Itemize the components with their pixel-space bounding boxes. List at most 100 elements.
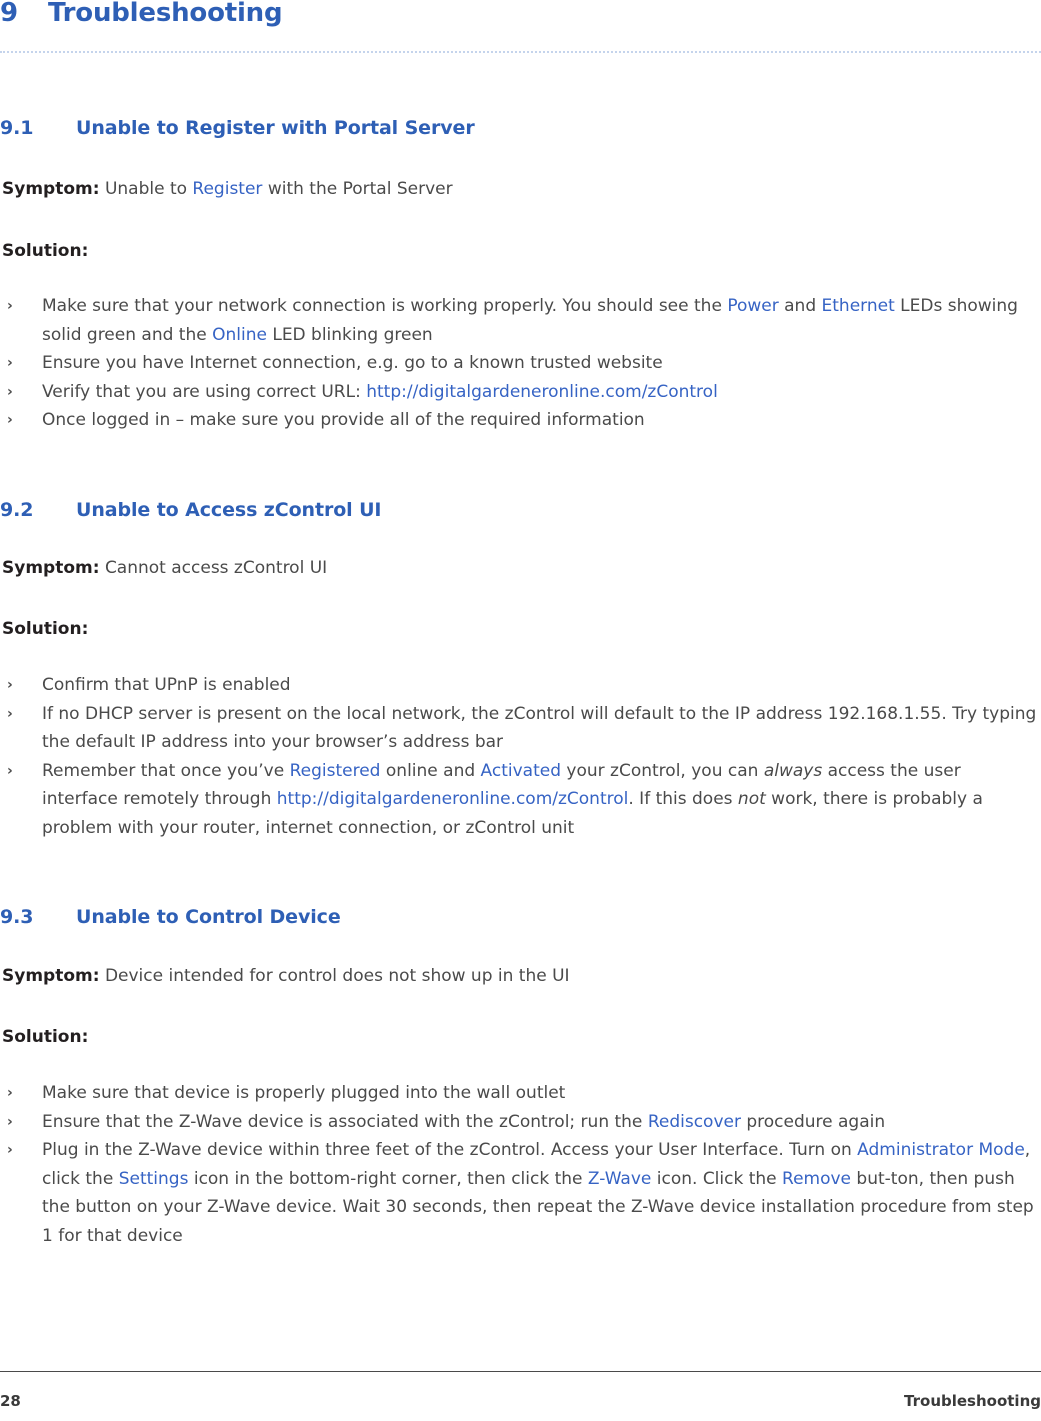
symptom-label: Symptom: (2, 179, 100, 199)
solution-label: Solution: (2, 1027, 89, 1047)
section-title: Unable to Control Device (76, 906, 341, 928)
text-run: LED blinking green (266, 324, 433, 345)
chevron-right-icon: › (7, 1142, 13, 1158)
emphasis-text: not (737, 789, 766, 809)
text-run: Make sure that your network connection i… (42, 296, 728, 316)
section-heading-9-2: 9.2 Unable to Access zControl UI (0, 499, 382, 521)
solution-label-9-1: Solution: (2, 240, 88, 262)
chapter-number: 9 (0, 0, 18, 28)
solution-label: Solution: (2, 241, 89, 261)
list-item-text: Make sure that your network connection i… (42, 292, 1041, 349)
list-item-text: Ensure you have Internet connection, e.g… (42, 349, 1041, 378)
text-run: Ensure you have Internet connection, e.g… (42, 353, 663, 373)
text-run: Confirm that UPnP is enabled (42, 675, 291, 695)
chevron-right-icon: › (7, 412, 13, 428)
text-run: Ensure that the Z-Wave device is associa… (42, 1111, 648, 1132)
list-item: › Verify that you are using correct URL: … (0, 378, 1041, 407)
solution-list-9-1: › Make sure that your network connection … (0, 292, 1041, 435)
inline-link[interactable]: Registered (290, 761, 381, 781)
list-item-text: Make sure that device is properly plugge… (42, 1079, 1041, 1108)
emphasis-text: always (763, 760, 823, 781)
text-run: procedure again (740, 1111, 886, 1132)
chevron-right-icon: › (7, 383, 13, 400)
solution-list-9-3: › Make sure that device is properly plugg… (0, 1079, 1041, 1250)
text-run: If no DHCP server is present on the loca… (42, 703, 1037, 753)
solution-list-9-2: › Confirm that UPnP is enabled › If no DHCP… (0, 671, 1041, 842)
list-item: › Make sure that your network connection … (0, 292, 1041, 349)
text-run: Make sure that device is properly plugge… (42, 1083, 566, 1103)
text-run: icon in the bottom-right corner, then cl… (188, 1168, 588, 1189)
inline-link[interactable]: Online (212, 325, 267, 345)
inline-link[interactable]: Power (727, 296, 778, 316)
symptom-text-pre: Unable to (104, 179, 193, 199)
solution-label: Solution: (2, 619, 89, 639)
chevron-right-icon: › (7, 1113, 13, 1130)
symptom-text-pre: Cannot access zControl UI (104, 558, 328, 578)
section-heading-9-3: 9.3 Unable to Control Device (0, 906, 341, 928)
chevron-right-icon: › (7, 677, 13, 693)
solution-label-9-3: Solution: (2, 1026, 88, 1048)
symptom-label: Symptom: (2, 966, 100, 986)
inline-link[interactable]: Z-Wave (588, 1169, 651, 1189)
footer-page-number: 28 (0, 1392, 21, 1410)
chevron-right-icon: › (7, 762, 13, 779)
chapter-name: Troubleshooting (48, 0, 283, 28)
list-item: › Ensure that the Z-Wave device is associ… (0, 1108, 1041, 1137)
symptom-link[interactable]: Register (192, 179, 262, 199)
document-page: 9 Troubleshooting 9.1 Unable to Register… (0, 0, 1041, 1421)
inline-link[interactable]: Activated (481, 761, 561, 781)
list-item-text: Plug in the Z-Wave device within three f… (42, 1136, 1041, 1250)
list-item-text: Remember that once you’ve Registered onl… (42, 757, 1041, 843)
list-item-text: Verify that you are using correct URL: h… (42, 378, 1041, 407)
section-number: 9.1 (0, 117, 34, 139)
list-item-text: If no DHCP server is present on the loca… (42, 700, 1041, 757)
list-item: › Make sure that device is properly plugg… (0, 1079, 1041, 1108)
list-item-text: Confirm that UPnP is enabled (42, 671, 1041, 700)
list-item-text: Once logged in – make sure you provide a… (42, 406, 1041, 435)
section-number: 9.3 (0, 906, 34, 928)
text-run: Once logged in – make sure you provide a… (42, 410, 645, 430)
page-footer: 28 Troubleshooting (0, 1392, 1041, 1410)
symptom-text-pre: Device intended for control does not sho… (104, 966, 570, 986)
title-divider (0, 51, 1041, 55)
list-item: › Once logged in – make sure you provide … (0, 406, 1041, 435)
text-run: and (778, 296, 822, 316)
symptom-text-post: with the Portal Server (262, 179, 453, 199)
symptom-line-9-2: Symptom: Cannot access zControl UI (2, 557, 327, 579)
chevron-right-icon: › (7, 705, 13, 722)
list-item: › Confirm that UPnP is enabled (0, 671, 1041, 700)
list-item: › Remember that once you’ve Registered on… (0, 757, 1041, 843)
symptom-label: Symptom: (2, 558, 100, 578)
text-run: Verify that you are using correct URL: (42, 381, 367, 402)
chapter-title: 9 Troubleshooting (0, 0, 283, 28)
text-run: Plug in the Z-Wave device within three f… (42, 1140, 858, 1160)
inline-link[interactable]: Rediscover (648, 1112, 741, 1132)
section-title: Unable to Register with Portal Server (76, 117, 475, 139)
text-run: your zControl, you can (561, 760, 764, 781)
footer-divider (0, 1371, 1041, 1372)
solution-label-9-2: Solution: (2, 618, 88, 640)
list-item: › Ensure you have Internet connection, e.… (0, 349, 1041, 378)
chevron-right-icon: › (7, 1085, 13, 1101)
symptom-line-9-1: Symptom: Unable to Register with the Por… (2, 178, 453, 200)
inline-link[interactable]: Administrator Mode (857, 1140, 1025, 1160)
section-number: 9.2 (0, 499, 34, 521)
text-run: Remember that once you’ve (42, 760, 290, 781)
inline-link[interactable]: http://digitalgardeneronline.com/zContro… (366, 382, 718, 402)
inline-link[interactable]: Ethernet (822, 296, 895, 316)
text-run: icon. Click the (651, 1168, 783, 1189)
inline-link[interactable]: Remove (782, 1169, 851, 1189)
chevron-right-icon: › (7, 355, 13, 371)
section-title: Unable to Access zControl UI (76, 499, 382, 521)
inline-link[interactable]: Settings (119, 1169, 189, 1189)
list-item: › Plug in the Z-Wave device within three … (0, 1136, 1041, 1250)
symptom-line-9-3: Symptom: Device intended for control doe… (2, 965, 570, 987)
text-run: online and (380, 760, 481, 781)
chevron-right-icon: › (7, 298, 13, 314)
list-item-text: Ensure that the Z-Wave device is associa… (42, 1108, 1041, 1137)
footer-chapter-name: Troubleshooting (904, 1392, 1041, 1410)
list-item: › If no DHCP server is present on the loc… (0, 700, 1041, 757)
section-heading-9-1: 9.1 Unable to Register with Portal Serve… (0, 117, 475, 139)
inline-link[interactable]: http://digitalgardeneronline.com/zContro… (277, 789, 629, 809)
text-run: . If this does (628, 789, 738, 809)
